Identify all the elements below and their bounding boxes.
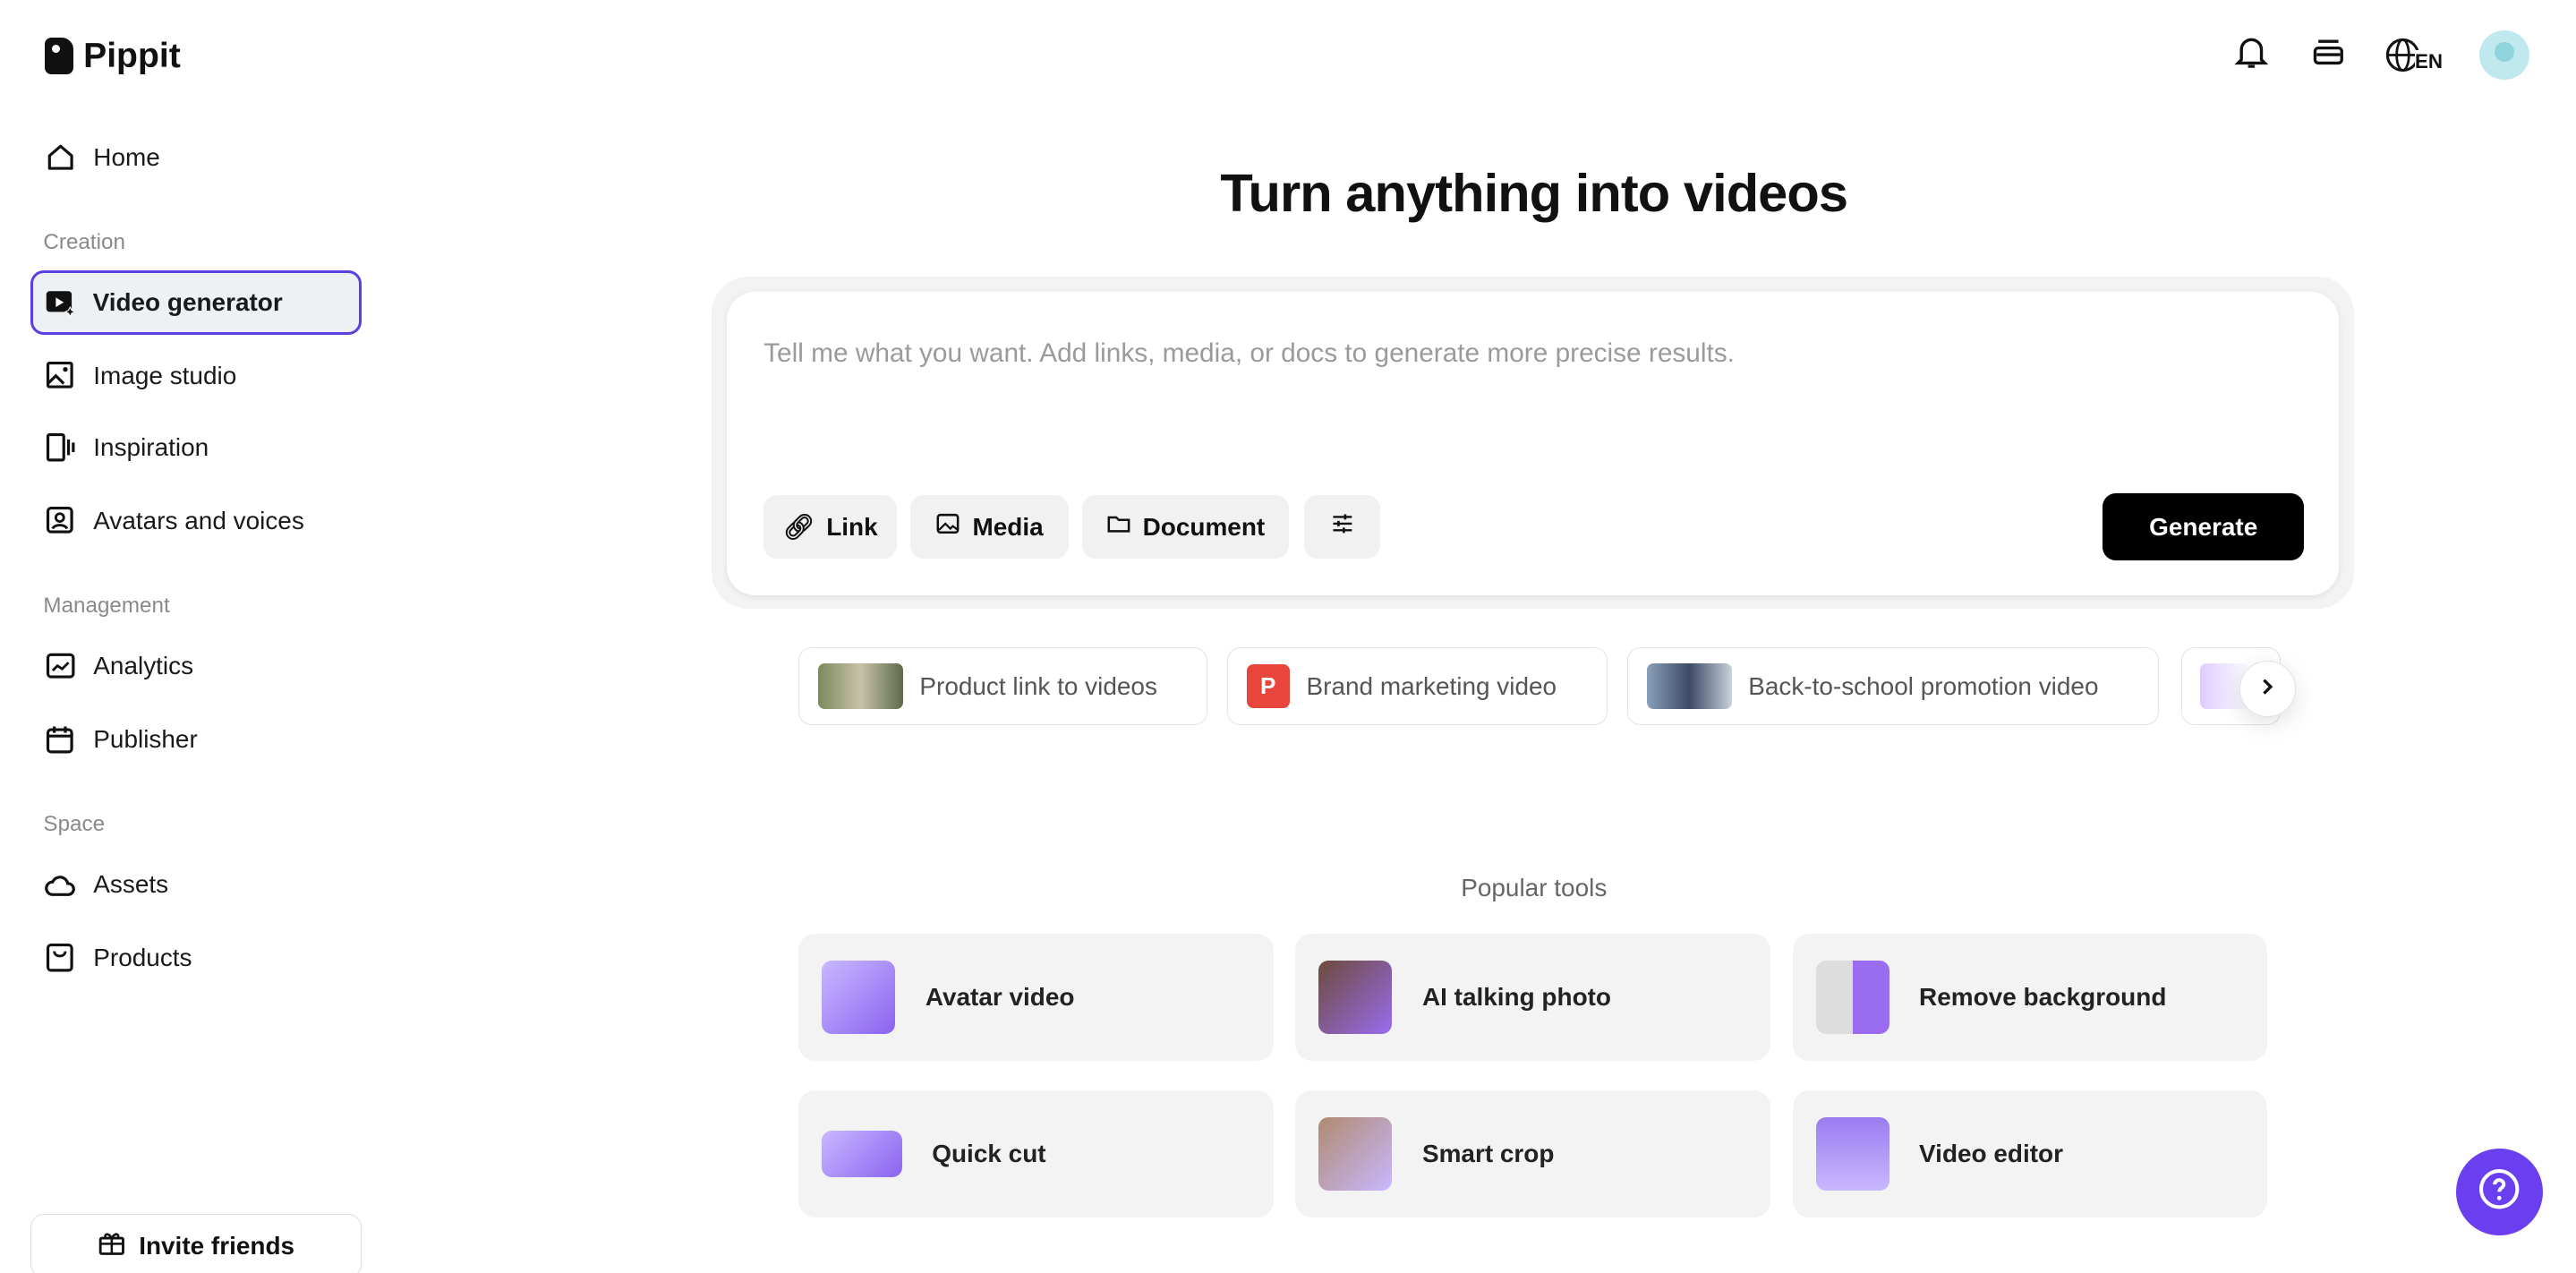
suggestion-thumbnail xyxy=(817,663,903,709)
sidebar-item-label: Products xyxy=(93,944,192,972)
page-title: Turn anything into videos xyxy=(1220,162,1848,223)
sidebar-item-label: Avatars and voices xyxy=(93,507,304,535)
suggestion-brand-marketing[interactable]: P Brand marketing video xyxy=(1227,646,1608,726)
sidebar-item-inspiration[interactable]: Inspiration xyxy=(30,415,363,481)
sidebar-item-analytics[interactable]: Analytics xyxy=(30,634,363,699)
sidebar-item-label: Video generator xyxy=(92,288,283,317)
sidebar-item-publisher[interactable]: Publisher xyxy=(30,707,363,773)
sidebar-item-video-generator[interactable]: Video generator xyxy=(30,269,363,336)
user-avatar[interactable] xyxy=(2478,30,2529,81)
invite-label: Invite friends xyxy=(139,1231,295,1260)
home-icon xyxy=(45,141,76,173)
chip-label: Link xyxy=(826,512,878,541)
chevron-right-icon xyxy=(2257,673,2277,704)
sidebar-item-assets[interactable]: Assets xyxy=(30,852,363,918)
inspiration-icon xyxy=(45,431,76,463)
tool-label: Video editor xyxy=(1919,1140,2063,1168)
document-button[interactable]: Document xyxy=(1081,495,1289,560)
chart-icon xyxy=(45,650,76,681)
sidebar-item-image-studio[interactable]: Image studio xyxy=(30,344,363,409)
tool-remove-background[interactable]: Remove background xyxy=(1792,934,2268,1061)
chip-label: Document xyxy=(1142,512,1266,541)
gift-icon xyxy=(98,1228,126,1263)
video-sparkle-icon xyxy=(45,286,76,319)
avatar-icon xyxy=(45,505,76,536)
sidebar-item-home[interactable]: Home xyxy=(30,125,363,191)
remove-background-icon xyxy=(1815,960,1889,1034)
image-icon xyxy=(45,360,76,391)
talking-photo-icon xyxy=(1318,960,1393,1034)
suggestion-product-link[interactable]: Product link to videos xyxy=(798,646,1207,726)
tool-label: Avatar video xyxy=(925,982,1075,1011)
tool-quick-cut[interactable]: Quick cut xyxy=(798,1090,1275,1217)
suggestion-label: Back-to-school promotion video xyxy=(1748,671,2099,700)
sliders-icon xyxy=(1329,510,1356,543)
quick-cut-icon xyxy=(822,1130,902,1178)
tool-label: Quick cut xyxy=(932,1140,1046,1168)
sidebar-item-products[interactable]: Products xyxy=(30,926,363,991)
prompt-placeholder: Tell me what you want. Add links, media,… xyxy=(763,338,1735,369)
tool-avatar-video[interactable]: Avatar video xyxy=(798,934,1275,1061)
next-suggestions-button[interactable] xyxy=(2239,660,2297,718)
bell-icon[interactable] xyxy=(2231,31,2272,79)
tool-smart-crop[interactable]: Smart crop xyxy=(1295,1090,1771,1217)
chip-label: Media xyxy=(972,512,1044,541)
language-button[interactable]: EN xyxy=(2384,37,2444,73)
smart-crop-icon xyxy=(1318,1117,1393,1192)
brand-badge-icon: P xyxy=(1246,664,1290,708)
logo-mark-icon xyxy=(45,38,73,75)
sidebar-item-label: Publisher xyxy=(93,725,198,754)
calendar-icon xyxy=(45,723,76,755)
tool-label: Remove background xyxy=(1919,982,2167,1011)
popular-tools-heading: Popular tools xyxy=(1461,874,1608,902)
media-button[interactable]: Media xyxy=(910,495,1070,560)
tool-label: Smart crop xyxy=(1421,1140,1555,1168)
subscription-icon[interactable] xyxy=(2308,31,2349,79)
tool-video-editor[interactable]: Video editor xyxy=(1792,1090,2268,1217)
sidebar-item-label: Home xyxy=(93,143,160,172)
suggestion-label: Product link to videos xyxy=(919,671,1157,700)
language-code: EN xyxy=(2414,49,2444,73)
generate-button[interactable]: Generate xyxy=(2102,493,2305,560)
invite-friends-button[interactable]: Invite friends xyxy=(30,1214,363,1273)
sidebar-item-label: Image studio xyxy=(93,362,237,390)
pippit-logo[interactable]: Pippit xyxy=(45,36,181,76)
help-button[interactable] xyxy=(2455,1149,2543,1236)
sidebar-item-label: Inspiration xyxy=(93,433,209,462)
suggestion-thumbnail xyxy=(1646,663,1732,709)
link-button[interactable]: 🔗︎ Link xyxy=(763,495,898,560)
question-icon xyxy=(2478,1167,2521,1217)
section-space: Space xyxy=(43,812,106,837)
tool-label: AI talking photo xyxy=(1421,982,1611,1011)
video-editor-icon xyxy=(1815,1117,1889,1192)
tool-ai-talking-photo[interactable]: AI talking photo xyxy=(1295,934,1771,1061)
bag-icon xyxy=(45,942,76,973)
suggestion-back-to-school[interactable]: Back-to-school promotion video xyxy=(1627,646,2160,726)
image-icon xyxy=(935,511,960,543)
settings-button[interactable] xyxy=(1303,495,1381,560)
suggestion-label: Brand marketing video xyxy=(1306,671,1557,700)
logo-text: Pippit xyxy=(83,36,181,75)
sidebar-item-label: Assets xyxy=(93,870,169,899)
section-management: Management xyxy=(43,594,170,619)
header-actions: EN xyxy=(2231,30,2529,81)
folder-icon xyxy=(1106,511,1131,543)
link-icon: 🔗︎ xyxy=(782,513,815,542)
section-creation: Creation xyxy=(43,230,125,255)
cloud-icon xyxy=(45,869,76,901)
sidebar-item-avatars-voices[interactable]: Avatars and voices xyxy=(30,489,363,554)
avatar-video-icon xyxy=(822,960,896,1034)
sidebar-item-label: Analytics xyxy=(93,652,194,680)
